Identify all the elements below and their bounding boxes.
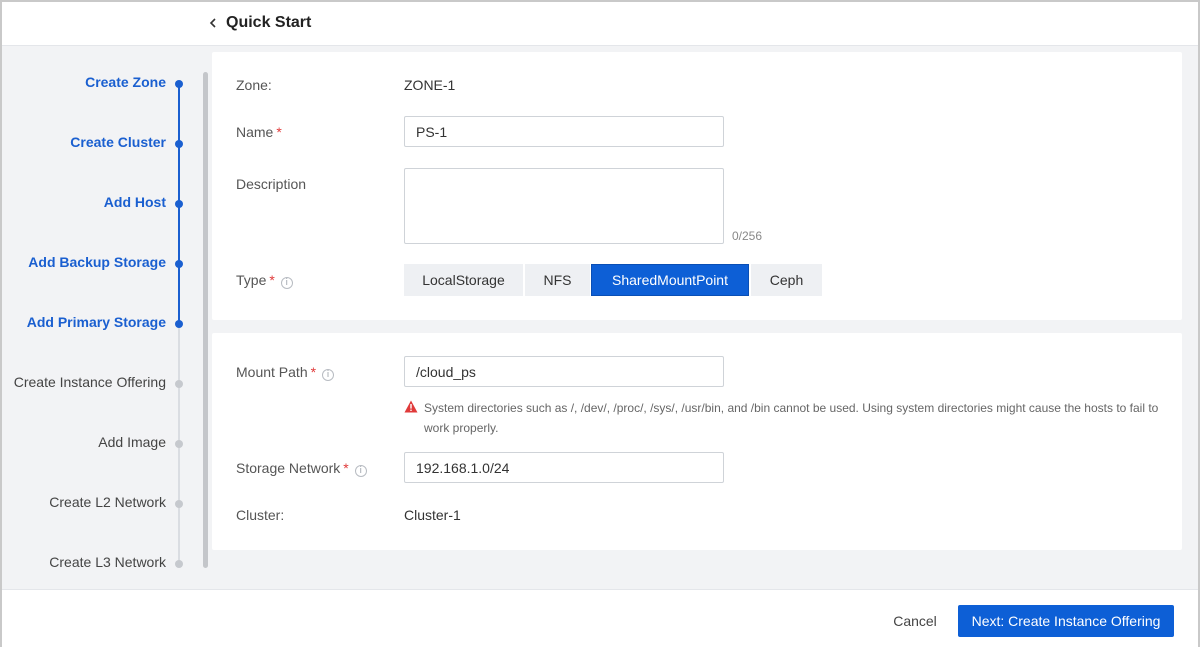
required-mark: *: [269, 272, 275, 288]
step-dot: [175, 500, 183, 508]
step-add-primary-storage[interactable]: Add Primary Storage: [27, 314, 166, 334]
storage-network-label: Storage Network * i: [236, 460, 367, 477]
step-dot: [175, 440, 183, 448]
description-counter: 0/256: [732, 229, 763, 243]
mount-path-input[interactable]: [404, 356, 724, 387]
step-dot: [175, 260, 183, 268]
zone-label: Zone:: [236, 77, 272, 93]
step-dot: [175, 200, 183, 208]
step-add-backup-storage[interactable]: Add Backup Storage: [28, 254, 166, 274]
step-dot: [175, 320, 183, 328]
cancel-button[interactable]: Cancel: [882, 609, 948, 633]
page-title: Quick Start: [226, 14, 312, 31]
storage-network-label-text: Storage Network: [236, 460, 341, 476]
step-add-host[interactable]: Add Host: [104, 194, 166, 214]
name-input[interactable]: [404, 116, 724, 147]
footer: Cancel Next: Create Instance Offering: [2, 589, 1198, 647]
type-label: Type * i: [236, 272, 293, 289]
warning-icon: [404, 400, 418, 413]
step-create-zone[interactable]: Create Zone: [85, 74, 166, 94]
mount-path-warning: System directories such as /, /dev/, /pr…: [424, 401, 1159, 435]
type-option-sharedmountpoint[interactable]: SharedMountPoint: [591, 264, 749, 296]
step-create-l3-network[interactable]: Create L3 Network: [49, 554, 166, 574]
info-icon[interactable]: i: [354, 465, 367, 477]
description-textarea[interactable]: [404, 168, 724, 244]
description-label: Description: [236, 176, 307, 192]
info-icon[interactable]: i: [280, 277, 293, 289]
step-dot: [175, 380, 183, 388]
step-create-instance-offering[interactable]: Create Instance Offering: [14, 374, 166, 394]
required-mark: *: [343, 460, 349, 476]
cluster-label: Cluster:: [236, 507, 285, 523]
step-dot: [175, 80, 183, 88]
name-label: Name *: [236, 124, 282, 140]
step-create-l2-network[interactable]: Create L2 Network: [49, 494, 166, 514]
next-button[interactable]: Next: Create Instance Offering: [958, 605, 1174, 637]
step-dot: [175, 140, 183, 148]
type-option-localstorage[interactable]: LocalStorage: [404, 264, 523, 296]
cluster-value: Cluster-1: [404, 507, 461, 523]
chevron-left-icon[interactable]: [205, 13, 221, 33]
zone-value: ZONE-1: [404, 77, 456, 93]
type-option-nfs[interactable]: NFS: [525, 264, 590, 296]
type-option-ceph[interactable]: Ceph: [751, 264, 822, 296]
step-navigator: Create Zone Create Cluster Add Host Add …: [2, 46, 202, 586]
type-label-text: Type: [236, 272, 267, 288]
steps-scrollbar[interactable]: [203, 72, 208, 568]
info-icon[interactable]: i: [322, 369, 335, 381]
header: Quick Start: [2, 2, 1198, 46]
storage-network-input[interactable]: [404, 452, 724, 483]
mount-path-label: Mount Path * i: [236, 364, 335, 381]
required-mark: *: [276, 124, 282, 140]
quick-start-window: Quick Start Create Zone Create Cluster A…: [0, 0, 1200, 647]
step-dot: [175, 560, 183, 568]
step-create-cluster[interactable]: Create Cluster: [70, 134, 166, 154]
name-label-text: Name: [236, 124, 274, 140]
required-mark: *: [310, 364, 317, 380]
step-add-image[interactable]: Add Image: [98, 434, 166, 454]
mount-path-label-text: Mount Path: [236, 364, 308, 380]
